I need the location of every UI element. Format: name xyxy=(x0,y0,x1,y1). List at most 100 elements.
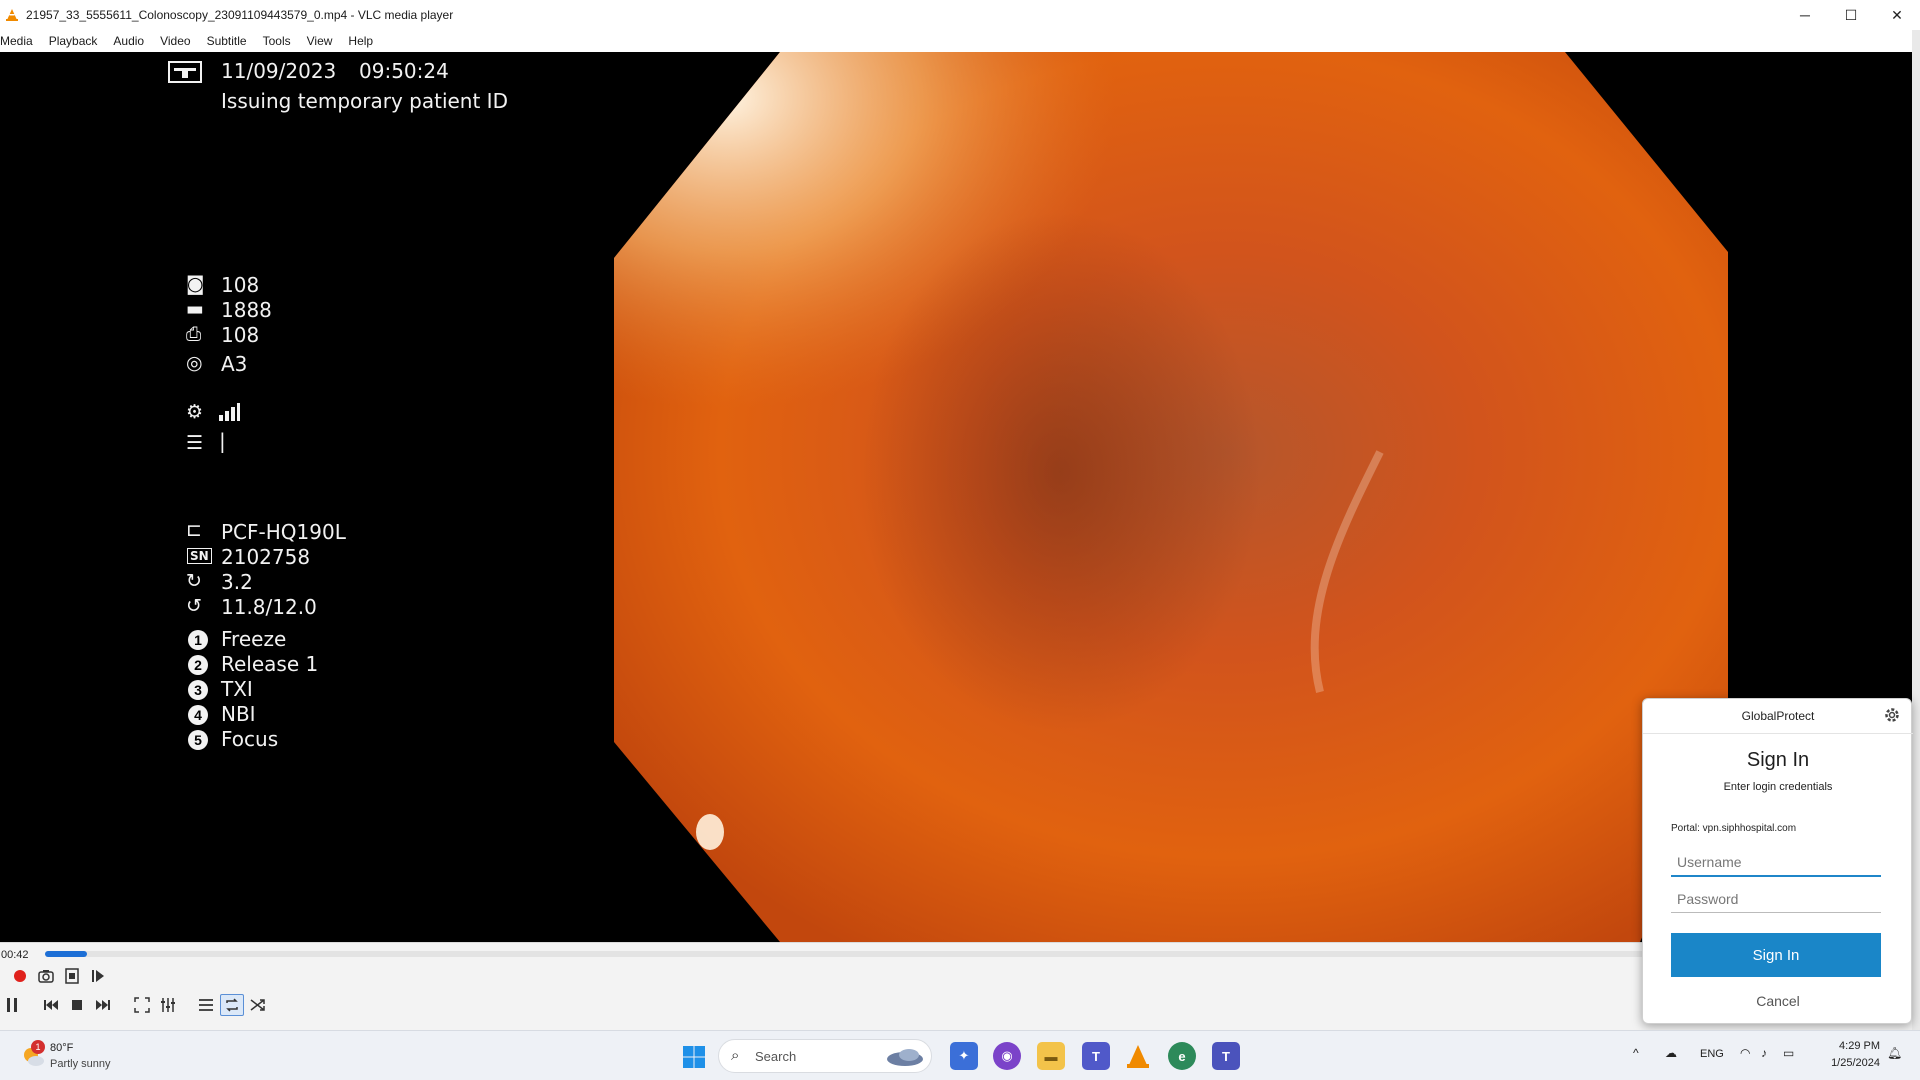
battery-icon: ▬ xyxy=(186,298,204,320)
menu-tools[interactable]: Tools xyxy=(255,34,299,48)
menu-view[interactable]: View xyxy=(299,34,341,48)
serial-label-icon: SN xyxy=(187,548,212,564)
minimize-button[interactable]: ─ xyxy=(1782,0,1828,30)
edge-browser-icon[interactable]: e xyxy=(1168,1042,1196,1070)
shuffle-button[interactable] xyxy=(246,994,270,1016)
settings-gear-icon[interactable] xyxy=(1883,706,1901,724)
taskbar-search-box[interactable]: ⌕ Search xyxy=(718,1039,932,1073)
overlay-time: 09:50:24 xyxy=(359,59,449,83)
overlay-serial: 2102758 xyxy=(221,545,311,569)
playlist-button[interactable] xyxy=(194,994,218,1016)
skip-previous-icon xyxy=(44,1000,58,1010)
close-icon: ✕ xyxy=(1891,6,1903,23)
seek-bar[interactable] xyxy=(45,951,1645,957)
signin-heading: Sign In xyxy=(1746,749,1810,771)
window-titlebar: 21957_33_5555611_Colonoscopy_23091109443… xyxy=(0,0,1920,30)
windows-taskbar: 1 80°F Partly sunny ⌕ Search ✦ ◉ ▬ T e T… xyxy=(0,1030,1920,1080)
menu-bar: Media Playback Audio Video Subtitle Tool… xyxy=(0,30,1920,52)
overlay-scope-model: PCF-HQ190L xyxy=(221,520,346,544)
loop-button[interactable] xyxy=(220,994,244,1016)
overlay-status: Issuing temporary patient ID xyxy=(221,89,508,113)
scope-button-label: Release 1 xyxy=(221,652,319,676)
scope-icon: ⊏ xyxy=(186,519,202,541)
stop-button[interactable] xyxy=(65,994,89,1016)
menu-audio[interactable]: Audio xyxy=(105,34,152,48)
password-field[interactable] xyxy=(1671,885,1881,913)
menu-video[interactable]: Video xyxy=(152,34,198,48)
username-field[interactable] xyxy=(1671,849,1881,877)
video-surface[interactable]: 11/09/2023 09:50:24 Issuing temporary pa… xyxy=(0,52,1912,942)
overlay-value-a: 3.2 xyxy=(221,570,253,594)
snapshot-button[interactable] xyxy=(34,965,58,987)
record-icon xyxy=(14,970,26,982)
portal-label: Portal: vpn.siphhospital.com xyxy=(1671,823,1797,834)
language-indicator[interactable]: ENG xyxy=(1700,1048,1724,1060)
overlay-value-b: 11.8/12.0 xyxy=(221,595,317,619)
overlay-mode: A3 xyxy=(221,352,248,376)
speaker-muted-icon[interactable]: ♪ xyxy=(1761,1046,1767,1060)
globalprotect-title: GlobalProtect xyxy=(1741,709,1815,723)
maximize-button[interactable]: ☐ xyxy=(1828,0,1874,30)
pause-icon xyxy=(7,998,17,1012)
scope-button-label: TXI xyxy=(221,677,253,701)
weather-temperature: 80°F xyxy=(50,1042,74,1054)
equalizer-icon xyxy=(161,998,175,1012)
skip-next-icon xyxy=(96,1000,110,1010)
scope-button-label: NBI xyxy=(221,702,256,726)
overlay-cvp-value: 108 xyxy=(221,323,260,347)
enhancement-icon: ◎ xyxy=(186,352,203,374)
teams-classic-icon[interactable]: T xyxy=(1212,1042,1240,1070)
windows-start-icon[interactable] xyxy=(682,1045,706,1069)
menu-media[interactable]: Media xyxy=(0,34,41,48)
file-explorer-icon[interactable]: ▬ xyxy=(1037,1042,1065,1070)
minimize-icon: ─ xyxy=(1800,7,1810,23)
extended-settings-button[interactable] xyxy=(156,994,180,1016)
network-gear-icon: ⚙ xyxy=(186,401,204,423)
loop-ab-icon xyxy=(65,968,79,984)
scope-button-3-icon: 3 xyxy=(188,680,208,700)
pause-button[interactable] xyxy=(0,994,24,1016)
signin-button[interactable]: Sign In xyxy=(1671,933,1881,977)
overlay-camera-count: 108 xyxy=(221,273,260,297)
scope-button-label: Freeze xyxy=(221,627,287,651)
playlist-icon xyxy=(199,999,213,1011)
scope-button-1-icon: 1 xyxy=(188,630,208,650)
close-button[interactable]: ✕ xyxy=(1874,0,1920,30)
onedrive-icon[interactable]: ☁ xyxy=(1665,1046,1677,1060)
viva-app-icon[interactable]: ◉ xyxy=(993,1042,1021,1070)
record-button[interactable] xyxy=(8,965,32,987)
rotation-icon: ↻ xyxy=(186,570,202,592)
clock-time[interactable]: 4:29 PM xyxy=(1822,1040,1880,1052)
menu-help[interactable]: Help xyxy=(340,34,381,48)
previous-button[interactable] xyxy=(39,994,63,1016)
notification-bell-icon[interactable]: 🔔︎ xyxy=(1887,1046,1902,1060)
elapsed-time: 00:42 xyxy=(1,949,29,961)
scope-button-4-icon: 4 xyxy=(188,705,208,725)
shuffle-icon xyxy=(250,999,265,1011)
fullscreen-icon xyxy=(134,997,150,1013)
repeat-icon xyxy=(226,998,238,1012)
scope-button-5-icon: 5 xyxy=(188,730,208,750)
vlc-cone-icon xyxy=(6,9,18,21)
seek-bar-fill xyxy=(45,951,87,957)
vlc-taskbar-icon[interactable] xyxy=(1124,1042,1152,1070)
window-right-edge xyxy=(1912,30,1920,1030)
show-hidden-icons-chevron-icon[interactable]: ^ xyxy=(1633,1046,1639,1060)
loop-ab-button[interactable] xyxy=(60,965,84,987)
menu-playback[interactable]: Playback xyxy=(41,34,106,48)
copilot-app-icon[interactable]: ✦ xyxy=(950,1042,978,1070)
frame-step-button[interactable] xyxy=(86,965,110,987)
clock-date[interactable]: 1/25/2024 xyxy=(1816,1057,1880,1069)
fullscreen-button[interactable] xyxy=(130,994,154,1016)
wifi-icon[interactable]: ◠ xyxy=(1740,1046,1750,1060)
signal-bars-icon xyxy=(219,403,240,421)
signin-subheading: Enter login credentials xyxy=(1723,781,1833,793)
battery-icon[interactable]: ▭ xyxy=(1783,1046,1794,1060)
teams-app-icon[interactable]: T xyxy=(1082,1042,1110,1070)
cvp-printer-icon: ⎙ xyxy=(186,323,202,345)
next-button[interactable] xyxy=(91,994,115,1016)
menu-subtitle[interactable]: Subtitle xyxy=(199,34,255,48)
cancel-link[interactable]: Cancel xyxy=(1643,993,1913,1009)
weather-badge: 1 xyxy=(31,1040,45,1054)
player-controls: 00:42 xyxy=(0,942,1912,1030)
